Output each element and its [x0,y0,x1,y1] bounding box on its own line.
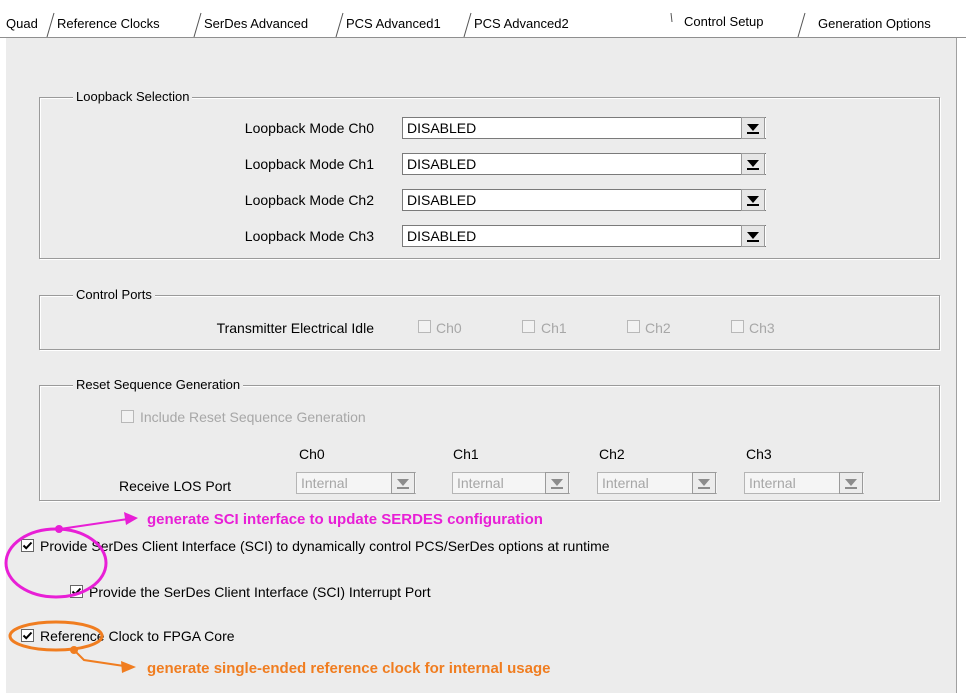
refclk-checkbox[interactable] [21,629,34,642]
los-ch2-value: Internal [602,475,649,491]
sci-annotation-text: generate SCI interface to update SERDES … [147,511,543,528]
los-ch1-select[interactable]: Internal [452,472,570,494]
tab-serdes-advanced[interactable]: SerDes Advanced [204,16,308,31]
check-mark-icon [71,587,82,596]
tab-control-setup[interactable]: Control Setup [684,14,764,29]
sci-interrupt-label: Provide the SerDes Client Interface (SCI… [89,584,431,600]
los-ch0-header: Ch0 [299,446,325,462]
los-ch0-select[interactable]: Internal [296,472,416,494]
tx-idle-ch1-label: Ch1 [541,320,567,336]
tab-strip: Quad Reference Clocks SerDes Advanced PC… [0,0,966,38]
tab-separator [796,10,806,38]
include-reset-sequence-label: Include Reset Sequence Generation [140,409,366,425]
tx-idle-ch3-checkbox[interactable] [731,320,744,333]
tab-generation-options[interactable]: Generation Options [818,16,931,31]
loopback-mode-ch0-value: DISABLED [407,120,477,136]
los-ch3-header: Ch3 [746,446,772,462]
check-mark-icon [22,631,33,640]
loopback-mode-ch3-value: DISABLED [407,228,477,244]
tx-idle-ch1-checkbox[interactable] [522,320,535,333]
down-arrow-icon[interactable] [692,472,716,494]
loopback-selection-title: Loopback Selection [73,89,193,105]
down-arrow-icon[interactable] [741,189,765,211]
los-ch0-value: Internal [301,475,348,491]
los-ch1-value: Internal [457,475,504,491]
los-ch2-header: Ch2 [599,446,625,462]
sci-checkbox[interactable] [21,539,34,552]
sci-interrupt-checkbox[interactable] [70,585,83,598]
loopback-mode-ch2-value: DISABLED [407,192,477,208]
tx-idle-ch3-label: Ch3 [749,320,775,336]
tx-idle-ch2-checkbox[interactable] [627,320,640,333]
loopback-mode-ch3-select[interactable]: DISABLED [402,225,766,247]
receive-los-port-label: Receive LOS Port [119,478,232,494]
down-arrow-icon[interactable] [839,472,863,494]
loopback-mode-ch2-label: Loopback Mode Ch2 [244,192,374,208]
reset-sequence-generation-title: Reset Sequence Generation [73,377,244,393]
check-mark-icon [22,541,33,550]
tab-separator [45,10,55,38]
include-reset-sequence-checkbox[interactable] [121,410,134,423]
loopback-mode-ch3-label: Loopback Mode Ch3 [244,228,374,244]
sci-label: Provide SerDes Client Interface (SCI) to… [40,538,610,554]
tx-idle-ch0-label: Ch0 [436,320,462,336]
los-ch3-select[interactable]: Internal [744,472,864,494]
transmitter-electrical-idle-label: Transmitter Electrical Idle [216,320,374,336]
down-arrow-icon[interactable] [741,153,765,175]
down-arrow-icon[interactable] [391,472,415,494]
loopback-mode-ch1-label: Loopback Mode Ch1 [244,156,374,172]
loopback-mode-ch0-label: Loopback Mode Ch0 [244,120,374,136]
los-ch3-value: Internal [749,475,796,491]
loopback-mode-ch1-value: DISABLED [407,156,477,172]
tab-pcs-advanced1[interactable]: PCS Advanced1 [346,16,441,31]
down-arrow-icon[interactable] [741,225,765,247]
tab-reference-clocks[interactable]: Reference Clocks [57,16,160,31]
tx-idle-ch2-label: Ch2 [645,320,671,336]
control-ports-title: Control Ports [73,287,155,303]
tab-separator [462,10,472,38]
tab-separator [334,10,344,38]
tab-quad[interactable]: Quad [6,16,38,31]
down-arrow-icon[interactable] [741,117,765,139]
loopback-mode-ch0-select[interactable]: DISABLED [402,117,766,139]
down-arrow-icon[interactable] [545,472,569,494]
tab-pcs-advanced2[interactable]: PCS Advanced2 [474,16,569,31]
tx-idle-ch0-checkbox[interactable] [418,320,431,333]
refclk-annotation-text: generate single-ended reference clock fo… [147,660,551,677]
loopback-mode-ch2-select[interactable]: DISABLED [402,189,766,211]
tab-separator [668,10,678,38]
loopback-mode-ch1-select[interactable]: DISABLED [402,153,766,175]
tab-separator [192,10,202,38]
los-ch2-select[interactable]: Internal [597,472,717,494]
los-ch1-header: Ch1 [453,446,479,462]
refclk-label: Reference Clock to FPGA Core [40,628,235,644]
